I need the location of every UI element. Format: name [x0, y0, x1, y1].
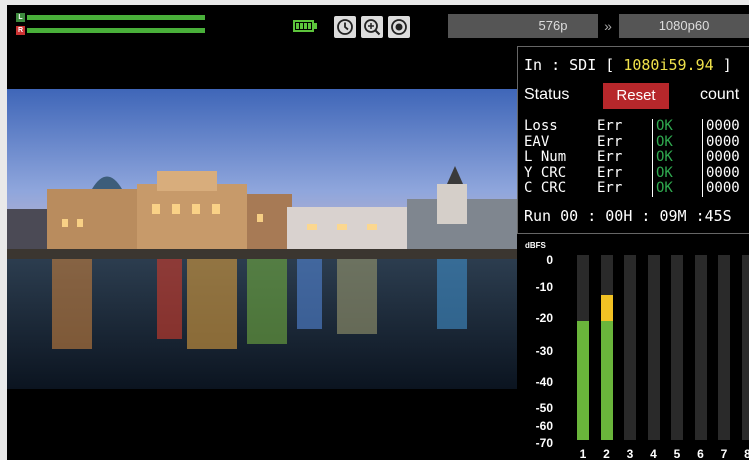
error-row: L Num Err OK 0000: [524, 149, 740, 166]
audio-meter: dBFS 0 -10 -20 -30 -40 -50 -60 -70 1 2 3 4 5 6 7 8: [517, 236, 749, 460]
error-err: Err: [597, 149, 623, 165]
run-time: Run 00 : 00H : 09M :45S: [524, 207, 732, 225]
error-name: Loss: [524, 118, 558, 134]
meter-channel-6: [694, 255, 707, 440]
meter-scale-label: -30: [535, 344, 553, 358]
right-channel-label: R: [16, 26, 25, 35]
status-label: Status: [524, 86, 570, 103]
meter-level-fill: [577, 321, 589, 440]
error-count: 0000: [702, 118, 740, 135]
meter-scale-label: 0: [546, 253, 553, 267]
meter-channel-1: [577, 255, 589, 440]
meter-scale-label: -10: [535, 280, 553, 294]
meter-channel-label: 8: [744, 447, 749, 460]
error-name: EAV: [524, 133, 550, 150]
meter-scale-label: -40: [535, 375, 553, 389]
record-icon[interactable]: [388, 16, 410, 38]
clock-icon[interactable]: [334, 16, 356, 38]
error-row: Y CRC Err OK 0000: [524, 164, 740, 181]
output-format-box: 1080p60: [619, 14, 749, 38]
left-channel-label: L: [16, 13, 25, 22]
meter-channel-3: [624, 255, 636, 440]
error-count: 0000: [702, 165, 740, 181]
meter-channel-label: 5: [673, 447, 681, 460]
sdi-input-prefix: In : SDI [: [524, 56, 615, 74]
monitor-screen: L R 576p » 1080p60 In: SDI [1080i59.94…: [7, 5, 749, 460]
meter-channel-label: 7: [720, 447, 728, 460]
error-name: Y CRC: [524, 164, 567, 181]
error-count: 0000: [702, 149, 740, 166]
right-level-bar: [27, 28, 205, 33]
sdi-input-suffix: ]: [722, 56, 732, 74]
left-level-bar: [27, 15, 205, 20]
error-ok: OK: [652, 165, 702, 181]
error-row: Loss Err OK 0000: [524, 118, 740, 135]
meter-channel-7: [718, 255, 730, 440]
error-row: C CRC Err OK 0000: [524, 180, 740, 197]
zoom-icon[interactable]: [361, 16, 383, 38]
sdi-input-line: In : SDI [ 1080i59.94 ]: [524, 56, 732, 74]
meter-scale-label: -20: [535, 311, 553, 325]
error-count: 0000: [702, 134, 740, 150]
meter-channel-5: [671, 255, 683, 440]
error-count: 0000: [702, 180, 740, 197]
error-err: Err: [597, 133, 623, 150]
error-ok: OK: [652, 149, 702, 166]
meter-channel-4: [647, 255, 660, 440]
meter-level-fill: [600, 321, 613, 440]
sdi-input-format: 1080i59.94: [623, 56, 714, 74]
meter-channel-label: 4: [650, 447, 657, 460]
error-err: Err: [597, 164, 623, 181]
meter-channel-2: [600, 255, 613, 440]
meter-channel-label: 1: [579, 447, 587, 460]
error-table: Loss Err OK 0000 EAV Err OK 0000 L Num E…: [524, 118, 740, 197]
error-row: EAV Err OK 0000: [524, 133, 740, 150]
error-name: C CRC: [524, 180, 567, 196]
meter-channel-8: [741, 255, 749, 440]
error-ok: OK: [652, 118, 702, 135]
meter-channel-label: 6: [697, 447, 704, 460]
meter-scale-label: -50: [535, 401, 553, 415]
meter-scale-label: -60: [535, 419, 553, 433]
meter-unit-label: dBFS: [525, 241, 546, 250]
input-format-box: 576p: [448, 14, 598, 38]
meter-channel-label: 2: [603, 447, 610, 460]
error-err: Err: [597, 118, 623, 134]
conversion-arrow-icon: »: [604, 18, 612, 34]
error-ok: OK: [652, 180, 702, 197]
count-label: count: [700, 86, 740, 103]
meter-channel-label: 3: [626, 447, 634, 460]
video-preview: [7, 89, 517, 389]
meter-scale-label: -70: [535, 436, 553, 450]
error-err: Err: [597, 180, 623, 196]
battery-icon: [293, 19, 318, 33]
error-name: L Num: [524, 149, 567, 165]
error-ok: OK: [652, 134, 702, 150]
sdi-status-panel: In : SDI [ 1080i59.94 ] Status Reset cou…: [517, 46, 749, 234]
meter-peak-indicator: [600, 294, 613, 322]
reset-button[interactable]: Reset: [603, 83, 669, 109]
